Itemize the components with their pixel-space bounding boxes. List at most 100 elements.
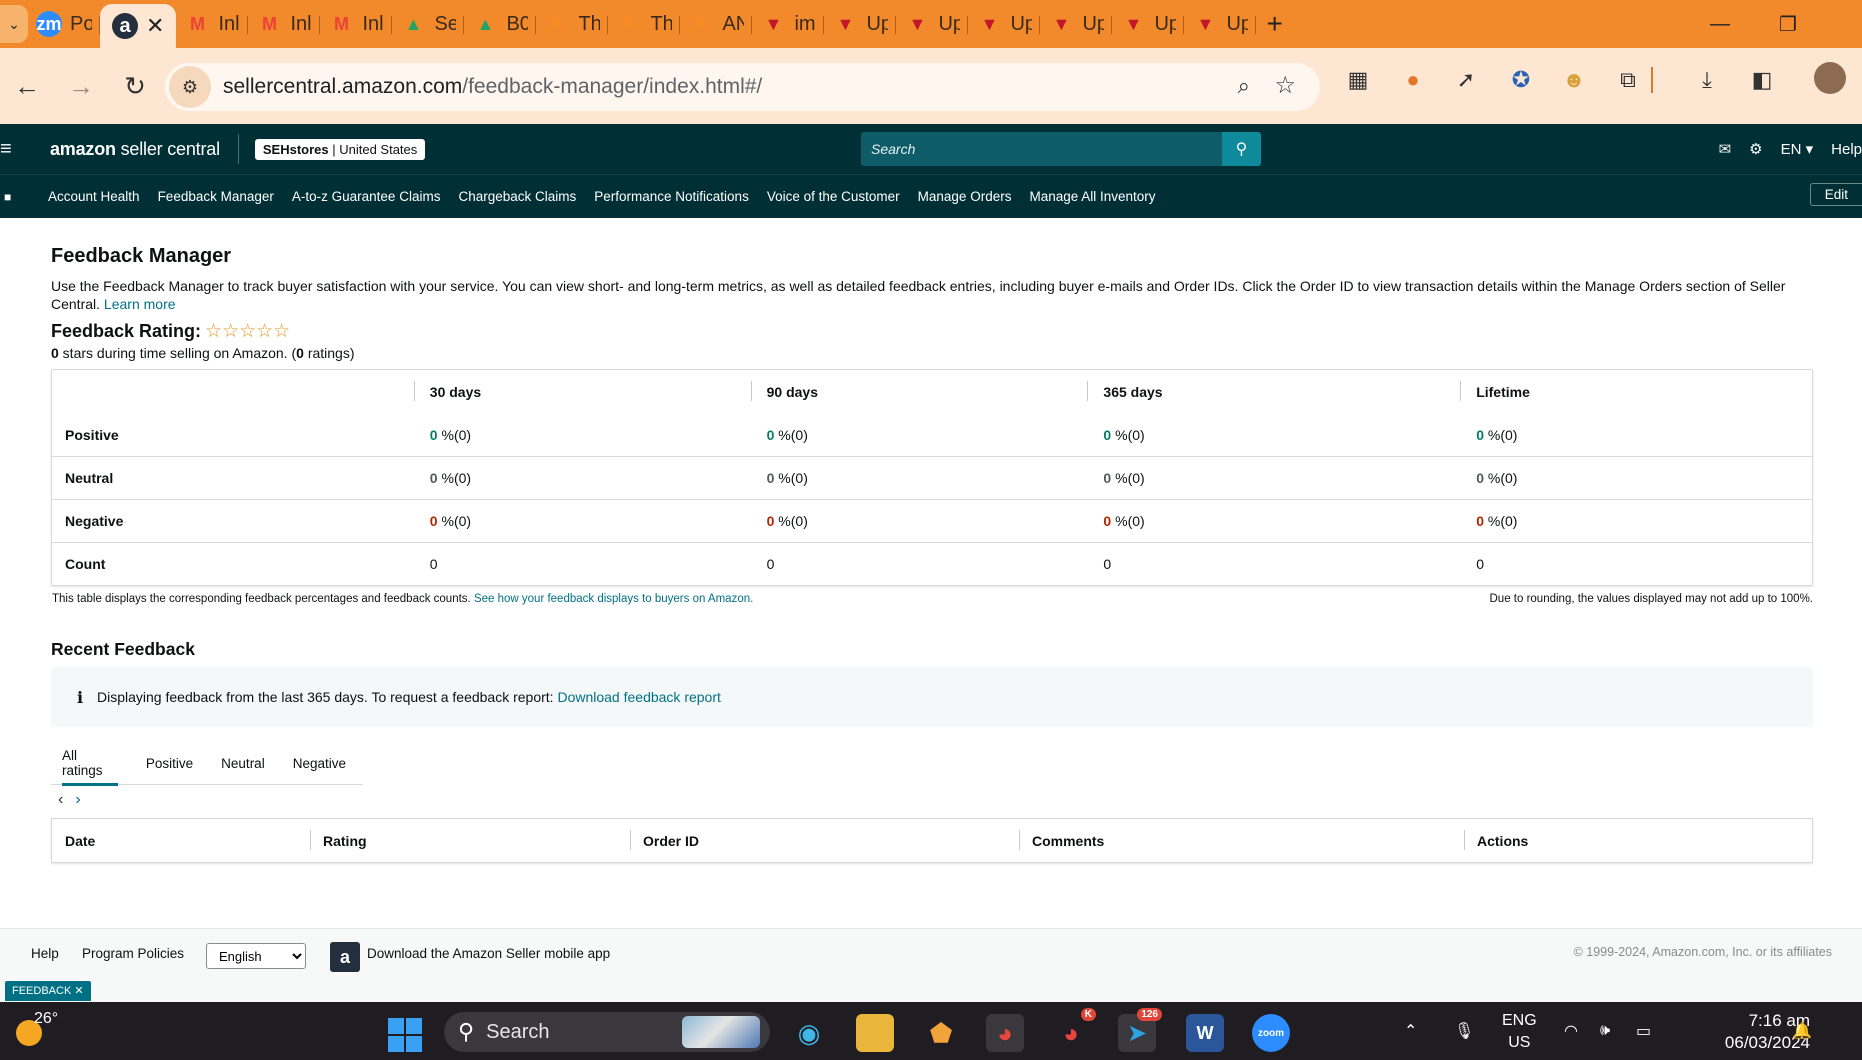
extensions-puzzle-icon[interactable]: ⧉ [1608, 60, 1648, 100]
browser-tab[interactable]: ▼ Up [1040, 0, 1113, 48]
address-bar[interactable]: ⚙ sellercentral.amazon.com/feedback-mana… [165, 63, 1320, 111]
gear-icon[interactable]: ⚙ [1749, 140, 1762, 158]
help-link[interactable]: Help [1831, 141, 1862, 158]
microphone-icon[interactable]: 🎙 [1454, 1002, 1474, 1060]
column-order-id[interactable]: Order ID [630, 829, 1019, 850]
url-text[interactable]: sellercentral.amazon.com/feedback-manage… [223, 75, 762, 99]
nav-performance-notifications[interactable]: Performance Notifications [594, 189, 749, 204]
browser-tab[interactable]: ▼ Up [1184, 0, 1257, 48]
forward-icon[interactable]: → [54, 71, 108, 102]
feedback-display-link[interactable]: See how your feedback displays to buyers… [474, 593, 753, 605]
nav-voice-of-customer[interactable]: Voice of the Customer [767, 189, 900, 204]
browser-tab[interactable]: ▲ B0 [464, 0, 537, 48]
tab-negative[interactable]: Negative [282, 741, 357, 785]
new-tab-button[interactable]: + [1266, 8, 1282, 40]
file-explorer-icon[interactable] [856, 1014, 894, 1052]
tab-neutral[interactable]: Neutral [210, 741, 276, 785]
nav-manage-inventory[interactable]: Manage All Inventory [1029, 189, 1155, 204]
browser-tab[interactable]: ▲ Se [392, 0, 465, 48]
taskbar-search[interactable]: ⚲ Search [444, 1012, 770, 1052]
weather-widget[interactable]: 26° [14, 1010, 58, 1046]
browser-tab[interactable]: ▼ Up [1112, 0, 1185, 48]
restore-icon[interactable]: ❐ [1754, 12, 1822, 37]
hamburger-menu-icon[interactable]: ≡ [0, 138, 20, 161]
tab-all-ratings[interactable]: All ratings [51, 741, 129, 786]
pen-icon: ✎ [549, 13, 565, 34]
chrome-profile-icon[interactable]: ◕ K [1052, 1008, 1096, 1052]
windows-start-icon[interactable] [388, 1018, 422, 1052]
browser-tab[interactable]: ▼ im [752, 0, 825, 48]
zoom-icon[interactable]: ⌕ [1238, 73, 1250, 99]
download-icon[interactable]: ⤓ [1687, 60, 1727, 100]
seller-central-logo[interactable]: amazon seller central [50, 139, 220, 160]
gmail-icon: M [189, 13, 205, 34]
column-comments[interactable]: Comments [1019, 829, 1464, 850]
nav-chargeback-claims[interactable]: Chargeback Claims [458, 189, 576, 204]
browser-tab[interactable]: ✎ AN [680, 0, 753, 48]
reload-icon[interactable]: ↻ [108, 71, 162, 102]
browser-tab[interactable]: ▼ Up [896, 0, 969, 48]
bookmark-star-icon[interactable]: ☆ [1274, 71, 1296, 100]
browser-tab[interactable]: ✎ Th [536, 0, 609, 48]
notification-bell-icon[interactable]: 🔔 [1792, 1002, 1812, 1060]
zoom-app-icon[interactable]: zoom [1252, 1014, 1290, 1052]
browser-tab[interactable]: a ✕ [100, 4, 177, 48]
back-icon[interactable]: ← [0, 71, 54, 102]
browser-tab[interactable]: M Inl [176, 0, 249, 48]
extension-cat-icon[interactable]: ☻ [1554, 60, 1594, 100]
qr-code-icon[interactable]: ▦ [1338, 60, 1378, 100]
mail-icon[interactable]: ✉ [1719, 140, 1732, 158]
column-rating[interactable]: Rating [310, 829, 630, 850]
tab-positive[interactable]: Positive [135, 741, 204, 785]
metric-percent: 0 [1476, 470, 1484, 486]
telegram-icon[interactable]: ➤ 126 [1118, 1008, 1162, 1052]
column-date[interactable]: Date [52, 833, 310, 849]
nav-account-health[interactable]: Account Health [48, 189, 140, 204]
wifi-icon[interactable]: ◠ [1564, 1002, 1578, 1060]
browser-tab[interactable]: ▼ Up [968, 0, 1041, 48]
word-icon[interactable]: W [1186, 1014, 1224, 1052]
volume-icon[interactable]: 🕪 [1600, 1002, 1610, 1060]
search-input[interactable] [861, 132, 1222, 166]
tray-overflow-icon[interactable]: ⌃ [1404, 1002, 1417, 1060]
chevron-right-icon[interactable]: › [75, 791, 80, 809]
upwork-icon: ▼ [1124, 13, 1143, 34]
nav-a-to-z-claims[interactable]: A-to-z Guarantee Claims [292, 189, 441, 204]
program-policies-link[interactable]: Program Policies [82, 946, 184, 961]
learn-more-link[interactable]: Learn more [104, 296, 176, 312]
input-language[interactable]: ENG US [1502, 1010, 1537, 1054]
column-actions[interactable]: Actions [1464, 829, 1804, 850]
footer-help-link[interactable]: Help [31, 946, 59, 961]
browser-tab[interactable]: zm Po [28, 0, 100, 48]
battery-icon[interactable]: ▭ [1636, 1002, 1651, 1060]
store-selector[interactable]: SEHstores | United States [254, 138, 426, 160]
search-icon[interactable]: ⚲ [1222, 132, 1261, 166]
bookmark-icon[interactable]: ■ [4, 190, 48, 204]
nav-manage-orders[interactable]: Manage Orders [918, 189, 1012, 204]
minimize-icon[interactable]: — [1686, 13, 1754, 36]
browser-tab[interactable]: M Inl [320, 0, 393, 48]
browser-tab[interactable]: M Inl [248, 0, 321, 48]
browser-tab[interactable]: ✎ Th [608, 0, 681, 48]
side-panel-icon[interactable]: ◧ [1742, 60, 1782, 100]
nav-feedback-manager[interactable]: Feedback Manager [158, 189, 274, 204]
browser-tab[interactable]: ▼ Up [824, 0, 897, 48]
edge-icon[interactable]: ◉ [790, 1014, 828, 1052]
extension-firefox-icon[interactable]: ● [1393, 60, 1433, 100]
feedback-badge[interactable]: FEEDBACK ✕ [5, 981, 91, 1001]
close-tab-icon[interactable]: ✕ [146, 13, 164, 39]
language-select[interactable]: English [206, 943, 306, 969]
brave-browser-icon[interactable]: ⬟ [922, 1014, 960, 1052]
download-report-link[interactable]: Download feedback report [557, 689, 720, 705]
chevron-left-icon[interactable]: ‹ [58, 791, 63, 809]
download-app-link[interactable]: Download the Amazon Seller mobile app [367, 946, 610, 961]
edit-nav-button[interactable]: Edit [1809, 183, 1862, 206]
site-settings-icon[interactable]: ⚙ [169, 66, 211, 108]
extension-arrow-icon[interactable]: ➚ [1446, 60, 1486, 100]
chrome-icon[interactable]: ◕ [986, 1014, 1024, 1052]
extension-bubble-icon[interactable]: ✪ [1501, 60, 1541, 100]
seller-app-icon[interactable]: a [330, 942, 360, 972]
tab-search-dropdown[interactable]: ⌄ [0, 5, 28, 43]
profile-avatar[interactable] [1814, 62, 1846, 94]
language-selector[interactable]: EN ▾ [1781, 140, 1814, 158]
